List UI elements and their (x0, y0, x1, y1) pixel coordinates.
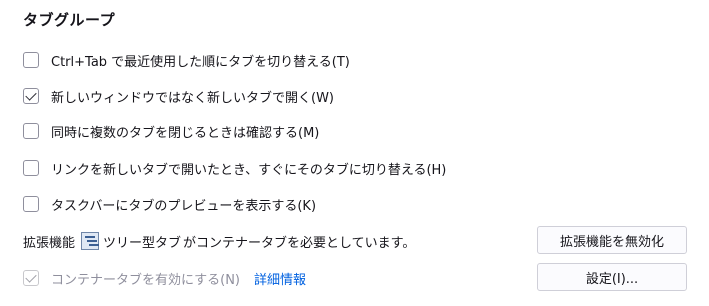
learn-more-link[interactable]: 詳細情報 (254, 269, 306, 288)
option-warn-on-close[interactable]: 同時に複数のタブを閉じるときは確認する(M) (23, 120, 319, 142)
extension-notice-suffix: がコンテナータブを必要としています。 (183, 235, 416, 251)
option-container-tabs: コンテナータブを有効にする(N) 詳細情報 (23, 267, 306, 289)
taskbar-previews-label: タスクバーにタブのプレビューを表示する(K) (51, 198, 317, 214)
taskbar-previews-checkbox[interactable] (23, 196, 39, 212)
warn-on-close-checkbox[interactable] (23, 123, 39, 139)
option-switch-to-new-tab[interactable]: リンクを新しいタブで開いたとき、すぐにそのタブに切り替える(H) (23, 157, 446, 179)
open-in-tabs-checkbox[interactable] (23, 88, 39, 104)
open-in-tabs-label: 新しいウィンドウではなく新しいタブで開く(W) (51, 90, 334, 106)
option-open-in-tabs[interactable]: 新しいウィンドウではなく新しいタブで開く(W) (23, 85, 334, 107)
extension-notice-prefix: 拡張機能 (23, 235, 76, 251)
container-settings-button[interactable]: 設定(I)... (537, 263, 687, 291)
ctrl-tab-label: Ctrl+Tab で最近使用した順にタブを切り替える(T) (51, 54, 350, 70)
extension-controlled-notice: 拡張機能 ツリー型タブ がコンテナータブを必要としています。 (23, 230, 415, 252)
warn-on-close-label: 同時に複数のタブを閉じるときは確認する(M) (51, 125, 320, 141)
container-tabs-checkbox (23, 270, 39, 286)
switch-to-new-tab-checkbox[interactable] (23, 160, 39, 176)
container-tabs-label: コンテナータブを有効にする(N) (51, 272, 240, 288)
ctrl-tab-checkbox[interactable] (23, 52, 39, 68)
extension-name: ツリー型タブ (103, 235, 182, 251)
section-title: タブグループ (23, 11, 116, 29)
option-ctrl-tab[interactable]: Ctrl+Tab で最近使用した順にタブを切り替える(T) (23, 49, 350, 71)
option-taskbar-previews[interactable]: タスクバーにタブのプレビューを表示する(K) (23, 193, 316, 215)
disable-extension-button[interactable]: 拡張機能を無効化 (537, 226, 687, 254)
tree-tabs-icon (81, 232, 100, 250)
switch-to-new-tab-label: リンクを新しいタブで開いたとき、すぐにそのタブに切り替える(H) (51, 162, 447, 178)
